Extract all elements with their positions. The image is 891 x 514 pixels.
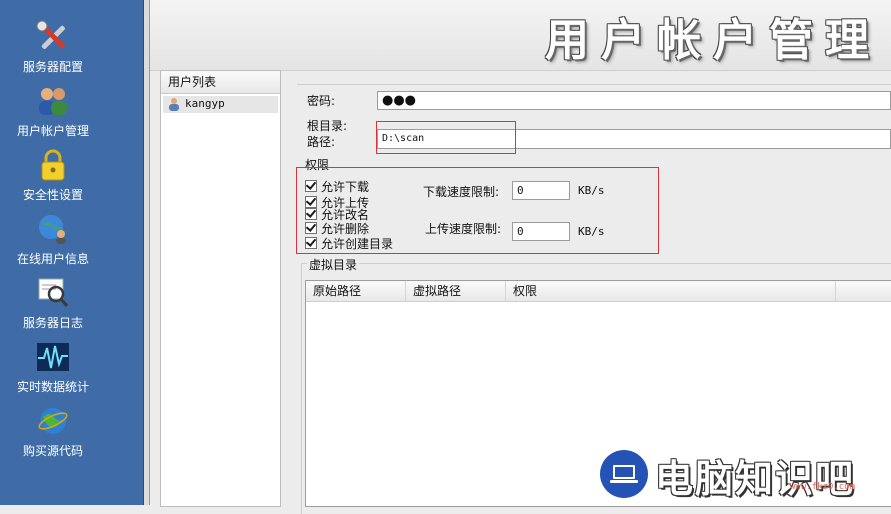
- checkbox-checked-icon: [305, 237, 317, 249]
- column-header-original-path[interactable]: 原始路径: [306, 281, 406, 301]
- checkbox-checked-icon: [305, 180, 317, 192]
- password-field[interactable]: ●●●: [377, 91, 891, 110]
- users-icon: [39, 88, 67, 115]
- allow-delete-checkbox[interactable]: 允许删除: [305, 220, 370, 236]
- sidebar-item-server-config[interactable]: 服务器配置: [0, 20, 143, 80]
- sidebar-item-server-log[interactable]: 服务器日志: [0, 276, 143, 336]
- pulse-icon: [37, 343, 69, 371]
- sidebar-item-label: 服务器配置: [22, 60, 83, 74]
- sidebar-item-label: 服务器日志: [22, 316, 83, 330]
- sidebar-item-buy-source[interactable]: 购买源代码: [0, 404, 143, 464]
- checkbox-label: 允许删除: [321, 222, 370, 236]
- user-detail-panel: 密码: ●●● 根目录: 路径: D:\scan 权限 允许下载 允许上传 允许…: [281, 70, 891, 514]
- path-label: 路径:: [307, 135, 336, 149]
- log-search-icon: [38, 278, 69, 307]
- table-header: 原始路径 虚拟路径 权限: [306, 281, 891, 302]
- lock-icon: [41, 149, 65, 181]
- allow-rename-checkbox[interactable]: 允许改名: [305, 206, 369, 222]
- sidebar-item-label: 实时数据统计: [16, 380, 89, 394]
- path-input[interactable]: D:\scan: [377, 129, 891, 149]
- user-list-panel: 用户列表 kangyp: [160, 70, 281, 507]
- root-dir-label: 根目录:: [307, 119, 348, 133]
- watermark-url: www.fkz0.com: [790, 482, 856, 492]
- globe-icon: [38, 408, 68, 434]
- sidebar-item-label: 购买源代码: [22, 444, 83, 458]
- password-label: 密码:: [307, 94, 336, 108]
- user-name: kangyp: [185, 97, 225, 110]
- user-list-item[interactable]: kangyp: [163, 96, 278, 113]
- allow-mkdir-checkbox[interactable]: 允许创建目录: [305, 235, 394, 251]
- column-header-virtual-path[interactable]: 虚拟路径: [406, 281, 506, 301]
- column-header-permissions[interactable]: 权限: [506, 281, 836, 301]
- checkbox-label: 允许创建目录: [321, 237, 394, 251]
- upload-limit-input[interactable]: 0: [512, 222, 570, 241]
- sidebar-item-online-users[interactable]: 在线用户信息: [0, 212, 143, 272]
- upload-unit: KB/s: [578, 225, 605, 238]
- globe-user-icon: [39, 215, 66, 244]
- splitter: [144, 0, 150, 505]
- upload-limit-label: 上传速度限制:: [425, 222, 502, 236]
- virtual-dir-label: 虚拟目录: [307, 256, 360, 273]
- sidebar-item-label: 在线用户信息: [16, 252, 89, 266]
- page-title: 用户帐户管理: [545, 15, 881, 66]
- sidebar-item-user-accounts[interactable]: 用户帐户管理: [0, 84, 143, 144]
- sidebar-item-security[interactable]: 安全性设置: [0, 148, 143, 208]
- sidebar-item-label: 用户帐户管理: [16, 124, 89, 138]
- sidebar: 服务器配置 用户帐户管理 安全性设置 在线用户信息 服务器日志 实时数据统计 购…: [0, 0, 144, 505]
- permissions-label: 权限: [305, 158, 330, 172]
- watermark-text: 电脑知识吧: [655, 457, 856, 501]
- tools-icon: [36, 20, 65, 49]
- checkbox-checked-icon: [305, 208, 317, 220]
- divider: [297, 84, 891, 85]
- user-icon: [169, 98, 179, 111]
- checkbox-label: 允许下载: [321, 180, 370, 194]
- allow-download-checkbox[interactable]: 允许下载: [305, 178, 370, 194]
- sidebar-item-realtime-stats[interactable]: 实时数据统计: [0, 340, 143, 400]
- download-unit: KB/s: [578, 184, 605, 197]
- checkbox-checked-icon: [305, 222, 317, 234]
- watermark-laptop-icon: [600, 450, 648, 498]
- download-limit-input[interactable]: 0: [512, 181, 570, 200]
- sidebar-item-label: 安全性设置: [22, 188, 83, 202]
- download-limit-label: 下载速度限制:: [423, 185, 500, 199]
- user-list-header: 用户列表: [161, 71, 280, 94]
- header-banner: 用户帐户管理: [150, 0, 891, 71]
